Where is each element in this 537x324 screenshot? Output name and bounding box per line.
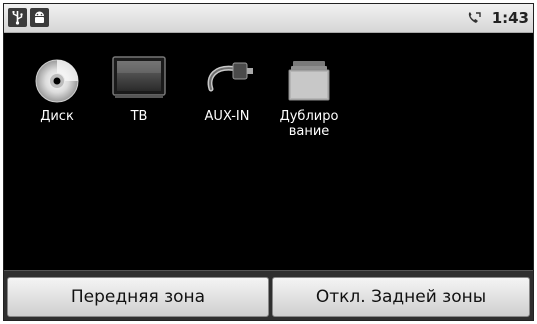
app-aux-in-label: AUX-IN (204, 109, 250, 124)
app-grid: Диск ТВ AUX-IN Дублиро вание (4, 33, 533, 273)
android-debug-icon (30, 8, 49, 27)
tv-icon (112, 56, 166, 98)
app-mirroring[interactable]: Дублиро вание (272, 51, 346, 139)
app-mirroring-label: Дублиро вание (279, 109, 339, 139)
status-clock: 1:43 (491, 9, 529, 27)
device-screen: 1:43 Диск ТВ AUX-IN Дублиро вание Передн… (3, 3, 534, 321)
app-disc[interactable]: Диск (20, 51, 94, 124)
mirror-windows-icon (288, 61, 330, 101)
app-tv-label: ТВ (130, 109, 148, 124)
usb-icon (8, 8, 27, 27)
app-disc-label: Диск (40, 109, 74, 124)
aux-cable-icon (207, 62, 253, 92)
app-aux-in[interactable]: AUX-IN (190, 51, 264, 124)
app-tv[interactable]: ТВ (102, 51, 176, 124)
front-zone-button[interactable]: Передняя зона (7, 277, 269, 317)
rear-zone-off-button[interactable]: Откл. Задней зоны (272, 277, 530, 317)
bottom-button-bar: Передняя зона Откл. Задней зоны (4, 270, 533, 320)
status-bar: 1:43 (4, 4, 533, 33)
disc-icon (35, 59, 79, 103)
phone-signal-icon (468, 12, 481, 23)
